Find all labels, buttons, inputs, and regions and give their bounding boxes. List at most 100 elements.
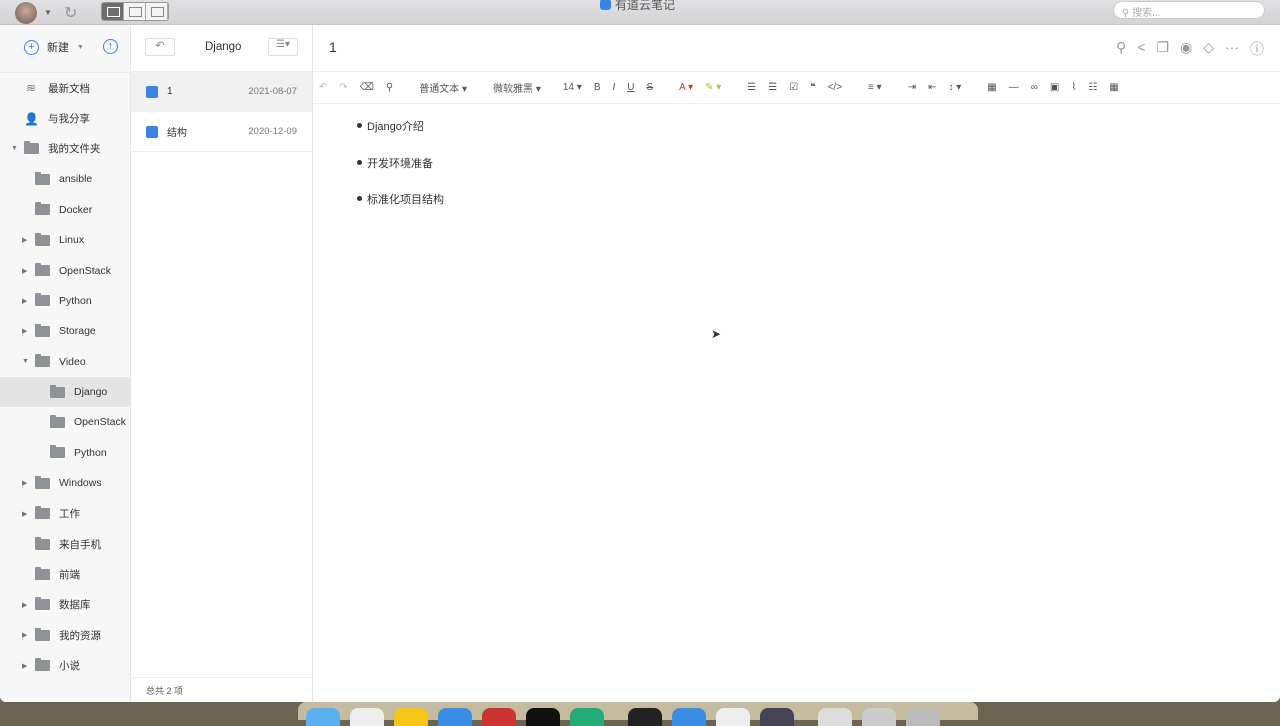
attachment-icon[interactable]: ⌇: [1071, 82, 1076, 93]
indent-icon[interactable]: ⇥: [908, 82, 916, 93]
sidebar-item[interactable]: Django: [0, 376, 131, 408]
line-height-icon[interactable]: ↕ ▾: [948, 82, 961, 93]
redo-icon[interactable]: ↷: [339, 82, 347, 93]
sidebar-item[interactable]: ansible: [0, 164, 131, 194]
tag-icon[interactable]: ◇: [1203, 39, 1214, 59]
dock-app-icon[interactable]: [394, 708, 428, 726]
checkbox-icon[interactable]: ☑: [789, 82, 798, 93]
sidebar-item[interactable]: ▶ 我的资源: [0, 620, 131, 650]
chevron-down-icon[interactable]: ▼: [44, 8, 52, 17]
sidebar-item[interactable]: ▼ 我的文件夹: [0, 134, 131, 164]
numbered-list-icon[interactable]: ☰: [768, 82, 777, 93]
align-icon[interactable]: ≡ ▾: [868, 82, 882, 93]
expand-icon[interactable]: ▶: [22, 267, 27, 275]
expand-icon[interactable]: ▶: [22, 236, 27, 244]
paragraph-style-dropdown[interactable]: 普通文本 ▾: [419, 80, 467, 95]
back-button[interactable]: ↶: [145, 38, 175, 56]
highlight-icon[interactable]: ✎ ▾: [705, 82, 721, 93]
code-icon[interactable]: </>: [828, 82, 842, 93]
dock-app-icon[interactable]: [438, 708, 472, 726]
three-column-view-button[interactable]: [102, 3, 124, 20]
expand-icon[interactable]: ▶: [22, 662, 27, 670]
new-button[interactable]: + 新建 ▼: [24, 39, 84, 55]
sidebar-item[interactable]: ▶ 小说: [0, 650, 131, 680]
note-content[interactable]: Django介绍 开发环境准备 标准化项目结构: [313, 104, 1280, 228]
collapse-icon[interactable]: ▼: [11, 145, 18, 152]
format-painter-icon[interactable]: ⚲: [386, 82, 393, 93]
more-icon[interactable]: ···: [1225, 39, 1239, 59]
sidebar-item[interactable]: ▶ Python: [0, 286, 131, 316]
sidebar-item[interactable]: Docker: [0, 195, 131, 225]
note-item[interactable]: 1 2021-08-07: [131, 72, 312, 112]
sidebar-item[interactable]: ▶ Windows: [0, 468, 131, 498]
expand-icon[interactable]: ▶: [22, 601, 27, 609]
sidebar-item[interactable]: ▶ 数据库: [0, 590, 131, 620]
sidebar-item[interactable]: 👤 与我分享: [0, 103, 131, 133]
bullet-item[interactable]: 标准化项目结构: [357, 191, 1280, 228]
expand-icon[interactable]: ▶: [22, 327, 27, 335]
dock-app-icon[interactable]: [760, 708, 794, 726]
layout-icon[interactable]: ▦: [1109, 82, 1118, 93]
dock-app-icon[interactable]: [818, 708, 852, 726]
sidebar-item[interactable]: ▶ OpenStack: [0, 255, 131, 285]
single-column-view-button[interactable]: [146, 3, 168, 20]
expand-icon[interactable]: ▶: [22, 510, 27, 518]
sidebar-item[interactable]: ▼ Video: [0, 347, 131, 377]
divider-icon[interactable]: —: [1009, 82, 1019, 93]
share-icon[interactable]: <: [1137, 39, 1145, 59]
dock-app-icon[interactable]: [526, 708, 560, 726]
folder-icon: [35, 323, 50, 337]
collapse-icon[interactable]: ▼: [22, 358, 29, 365]
dock-app-icon[interactable]: [628, 708, 662, 726]
sidebar-item[interactable]: ▶ 工作: [0, 498, 131, 528]
expand-icon[interactable]: ▶: [22, 297, 27, 305]
link-icon[interactable]: ∞: [1031, 82, 1038, 93]
sidebar-item[interactable]: 前端: [0, 559, 131, 589]
dock-app-icon[interactable]: [672, 708, 706, 726]
dock-app-icon[interactable]: [306, 708, 340, 726]
italic-icon[interactable]: I: [612, 82, 615, 93]
dock-app-icon[interactable]: [716, 708, 750, 726]
dock-app-icon[interactable]: [570, 708, 604, 726]
bullet-list-icon[interactable]: ☰: [747, 82, 756, 93]
dock-app-icon[interactable]: [350, 708, 384, 726]
sidebar-item[interactable]: OpenStack: [0, 407, 131, 437]
bullet-item[interactable]: 开发环境准备: [357, 155, 1280, 192]
expand-icon[interactable]: ▶: [22, 631, 27, 639]
present-icon[interactable]: ◉: [1180, 39, 1192, 59]
sidebar-item[interactable]: ≋ 最新文档: [0, 73, 131, 103]
eraser-icon[interactable]: ⌫: [360, 82, 374, 93]
expand-icon[interactable]: ▶: [22, 479, 27, 487]
underline-icon[interactable]: U: [627, 82, 634, 93]
font-size-dropdown[interactable]: 14 ▾: [563, 82, 582, 93]
two-column-view-button[interactable]: [124, 3, 146, 20]
strikethrough-icon[interactable]: S: [647, 82, 654, 93]
search-input[interactable]: ⚲ 搜索...: [1113, 1, 1265, 19]
bullet-item[interactable]: Django介绍: [357, 118, 1280, 155]
note-item[interactable]: 结构 2020-12-09: [131, 112, 312, 152]
sort-button[interactable]: ☰▾: [268, 38, 298, 56]
undo-icon[interactable]: ↶: [319, 82, 327, 93]
dock-app-icon[interactable]: [862, 708, 896, 726]
upload-button[interactable]: ↑: [103, 39, 118, 54]
image-icon[interactable]: ▣: [1050, 82, 1059, 93]
sync-icon[interactable]: ↻: [64, 3, 77, 23]
outdent-icon[interactable]: ⇤: [928, 82, 936, 93]
avatar[interactable]: [15, 2, 37, 24]
copy-icon[interactable]: ❐: [1156, 39, 1169, 59]
info-icon[interactable]: ⓘ: [1250, 39, 1264, 59]
toc-icon[interactable]: ☷: [1088, 82, 1097, 93]
search-icon[interactable]: ⚲: [1116, 39, 1126, 59]
dock-app-icon[interactable]: [482, 708, 516, 726]
font-color-icon[interactable]: A ▾: [679, 82, 693, 93]
sidebar-item[interactable]: 来自手机: [0, 529, 131, 559]
trash-icon[interactable]: [906, 708, 940, 726]
sidebar-item[interactable]: Python: [0, 438, 131, 468]
sidebar-item[interactable]: ▶ Linux: [0, 225, 131, 255]
bold-icon[interactable]: B: [594, 82, 601, 93]
note-title-input[interactable]: 1: [329, 39, 337, 55]
quote-icon[interactable]: ❝: [810, 82, 815, 93]
table-icon[interactable]: ▦: [987, 82, 996, 93]
sidebar-item[interactable]: ▶ Storage: [0, 316, 131, 346]
font-dropdown[interactable]: 微软雅黑 ▾: [493, 80, 541, 95]
